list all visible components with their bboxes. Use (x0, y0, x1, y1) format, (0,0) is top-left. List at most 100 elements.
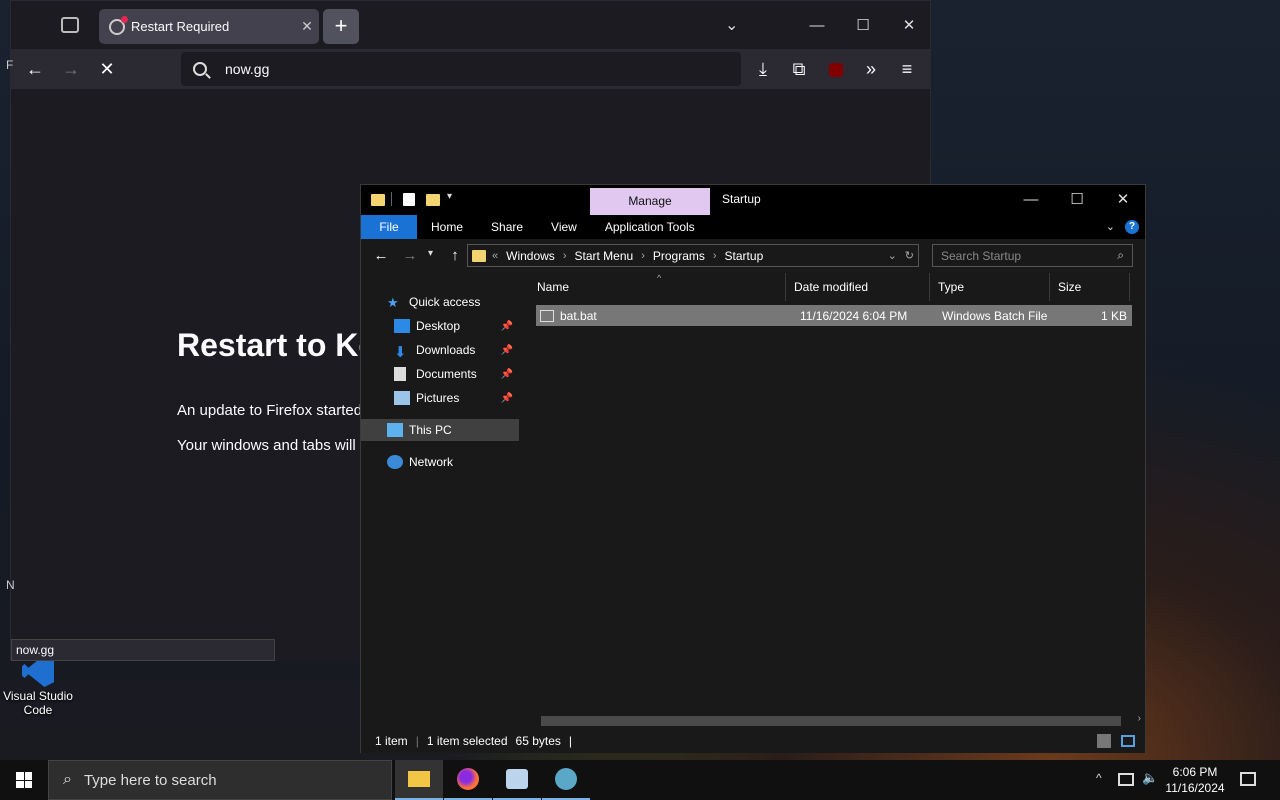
folder-icon (371, 194, 385, 206)
taskbar-app-control-panel[interactable] (493, 760, 541, 800)
tab-close-icon[interactable]: ✕ (295, 18, 319, 35)
close-button[interactable]: ✕ (1100, 185, 1146, 215)
more-tools-chevron-icon[interactable]: » (855, 53, 887, 85)
minimize-button[interactable]: — (1008, 185, 1054, 215)
status-item-count: 1 item (375, 733, 408, 748)
url-bar[interactable]: now.gg (181, 52, 741, 86)
url-text: now.gg (225, 61, 270, 77)
scroll-right-icon[interactable]: › (1138, 713, 1141, 724)
large-icons-view-icon[interactable] (1121, 734, 1135, 747)
nav-item-downloads[interactable]: ⬇ Downloads 📌 (361, 339, 519, 361)
hamburger-menu-icon[interactable]: ≡ (891, 53, 923, 85)
taskbar-search-placeholder: Type here to search (83, 771, 217, 789)
page-paragraph-windows: Your windows and tabs will (177, 437, 356, 454)
search-icon: ⌕ (1117, 248, 1124, 262)
minimize-button[interactable]: — (794, 11, 840, 41)
customize-quick-access-chevron-icon[interactable]: ▾ (447, 191, 452, 202)
search-input[interactable]: Search Startup ⌕ (932, 244, 1133, 267)
link-status-tooltip: now.gg (11, 639, 275, 661)
document-icon (394, 367, 406, 381)
tab-title: Restart Required (131, 19, 230, 34)
download-arrow-icon: ⬇ (394, 344, 407, 361)
taskbar-search-input[interactable]: ⌕ Type here to search (48, 760, 392, 800)
column-header-size[interactable]: Size (1050, 273, 1130, 301)
firefox-view-icon[interactable] (61, 17, 79, 33)
file-size: 1 KB (1100, 308, 1127, 323)
show-hidden-icons-chevron-icon[interactable]: ^ (1096, 771, 1102, 785)
address-bar[interactable]: « Windows › Start Menu › Programs › Star… (467, 244, 919, 267)
column-header-date-modified[interactable]: Date modified (786, 273, 930, 301)
volume-muted-icon[interactable]: 🔈 (1142, 770, 1158, 786)
expand-ribbon-chevron-icon[interactable]: ⌄ (1106, 215, 1115, 239)
nav-item-quick-access[interactable]: ★ Quick access (361, 291, 519, 313)
details-view-icon[interactable] (1097, 733, 1111, 748)
nav-item-network[interactable]: Network (361, 451, 519, 473)
new-tab-button[interactable]: + (323, 9, 359, 44)
pin-icon: 📌 (500, 320, 513, 332)
breadcrumb-start-menu[interactable]: Start Menu (574, 249, 633, 263)
breadcrumb-programs[interactable]: Programs (653, 249, 705, 263)
column-header-type[interactable]: Type (930, 273, 1050, 301)
downloads-icon[interactable]: ⤓ (747, 53, 779, 85)
forward-arrow-icon[interactable]: → (55, 53, 87, 85)
file-explorer-window: ▾ Manage Startup — ☐ ✕ File Home Share V… (360, 184, 1146, 753)
page-heading: Restart to Ke (177, 327, 377, 363)
status-selected: 1 item selected (426, 733, 508, 748)
help-icon[interactable]: ? (1125, 220, 1139, 234)
clock-date: 11/16/2024 (1165, 781, 1225, 795)
forward-arrow-icon[interactable]: → (394, 240, 426, 272)
file-date: 11/16/2024 6:04 PM (800, 308, 908, 323)
address-dropdown-chevron-icon[interactable]: ⌄ (888, 249, 897, 262)
tab-home[interactable]: Home (417, 215, 477, 239)
back-arrow-icon[interactable]: ← (365, 240, 397, 272)
maximize-button[interactable]: ☐ (1054, 185, 1100, 215)
network-icon[interactable] (1118, 773, 1134, 786)
ublock-origin-icon[interactable] (829, 63, 843, 77)
taskbar-app-firefox[interactable] (444, 760, 492, 800)
clock-time: 6:06 PM (1172, 765, 1218, 779)
nav-item-this-pc[interactable]: This PC (361, 419, 519, 441)
scrollbar-thumb[interactable] (541, 716, 1121, 726)
clock[interactable]: 6:06 PM 11/16/2024 (1162, 764, 1228, 796)
taskbar-app-file-explorer[interactable] (395, 760, 443, 800)
column-header-name[interactable]: Name (529, 273, 786, 301)
batch-file-icon (540, 309, 554, 322)
file-row[interactable]: bat.bat 11/16/2024 6:04 PM Windows Batch… (536, 305, 1132, 326)
tab-application-tools[interactable]: Application Tools (591, 215, 709, 239)
recent-locations-chevron-icon[interactable]: ▾ (428, 248, 433, 259)
pin-icon: 📌 (500, 392, 513, 404)
nav-item-desktop[interactable]: Desktop 📌 (361, 315, 519, 337)
horizontal-scrollbar[interactable]: › (529, 713, 1145, 728)
taskbar-app-nodejs[interactable] (542, 760, 590, 800)
maximize-button[interactable]: ☐ (840, 11, 886, 41)
nav-item-documents[interactable]: Documents 📌 (361, 363, 519, 385)
ribbon-tabs: File Home Share View Application Tools ⌄… (361, 215, 1145, 239)
tab-share[interactable]: Share (477, 215, 537, 239)
search-icon: ⌕ (63, 771, 72, 788)
app-icon (555, 768, 577, 790)
new-folder-icon[interactable] (426, 194, 440, 206)
desktop-icon-vscode[interactable]: Visual Studio Code (0, 655, 76, 717)
refresh-icon[interactable]: ↻ (905, 249, 914, 262)
nav-item-pictures[interactable]: Pictures 📌 (361, 387, 519, 409)
start-button[interactable] (0, 760, 48, 800)
file-list-header: Name Date modified Type Size (529, 273, 1139, 301)
list-all-tabs-chevron-icon[interactable]: ⌄ (725, 15, 738, 35)
extensions-icon[interactable]: ⧉ (783, 53, 815, 85)
breadcrumb-startup[interactable]: Startup (725, 249, 764, 263)
manage-tab[interactable]: Manage (590, 188, 710, 215)
page-paragraph-update: An update to Firefox started (177, 402, 363, 419)
breadcrumb-windows[interactable]: Windows (506, 249, 555, 263)
close-button[interactable]: ✕ (886, 11, 932, 41)
stop-loading-icon[interactable]: ✕ (91, 53, 123, 85)
breadcrumb-separator-icon: › (562, 249, 567, 262)
tab-file[interactable]: File (361, 215, 417, 239)
tab-view[interactable]: View (537, 215, 591, 239)
breadcrumb-overflow-icon[interactable]: « (492, 250, 498, 262)
notification-center-icon[interactable] (1240, 772, 1256, 786)
back-arrow-icon[interactable]: ← (19, 53, 51, 85)
properties-icon[interactable] (403, 193, 415, 206)
file-name: bat.bat (560, 308, 597, 323)
tab-restart-required[interactable]: Restart Required ✕ (99, 9, 319, 44)
desktop-icon-label: Visual Studio Code (3, 689, 73, 717)
